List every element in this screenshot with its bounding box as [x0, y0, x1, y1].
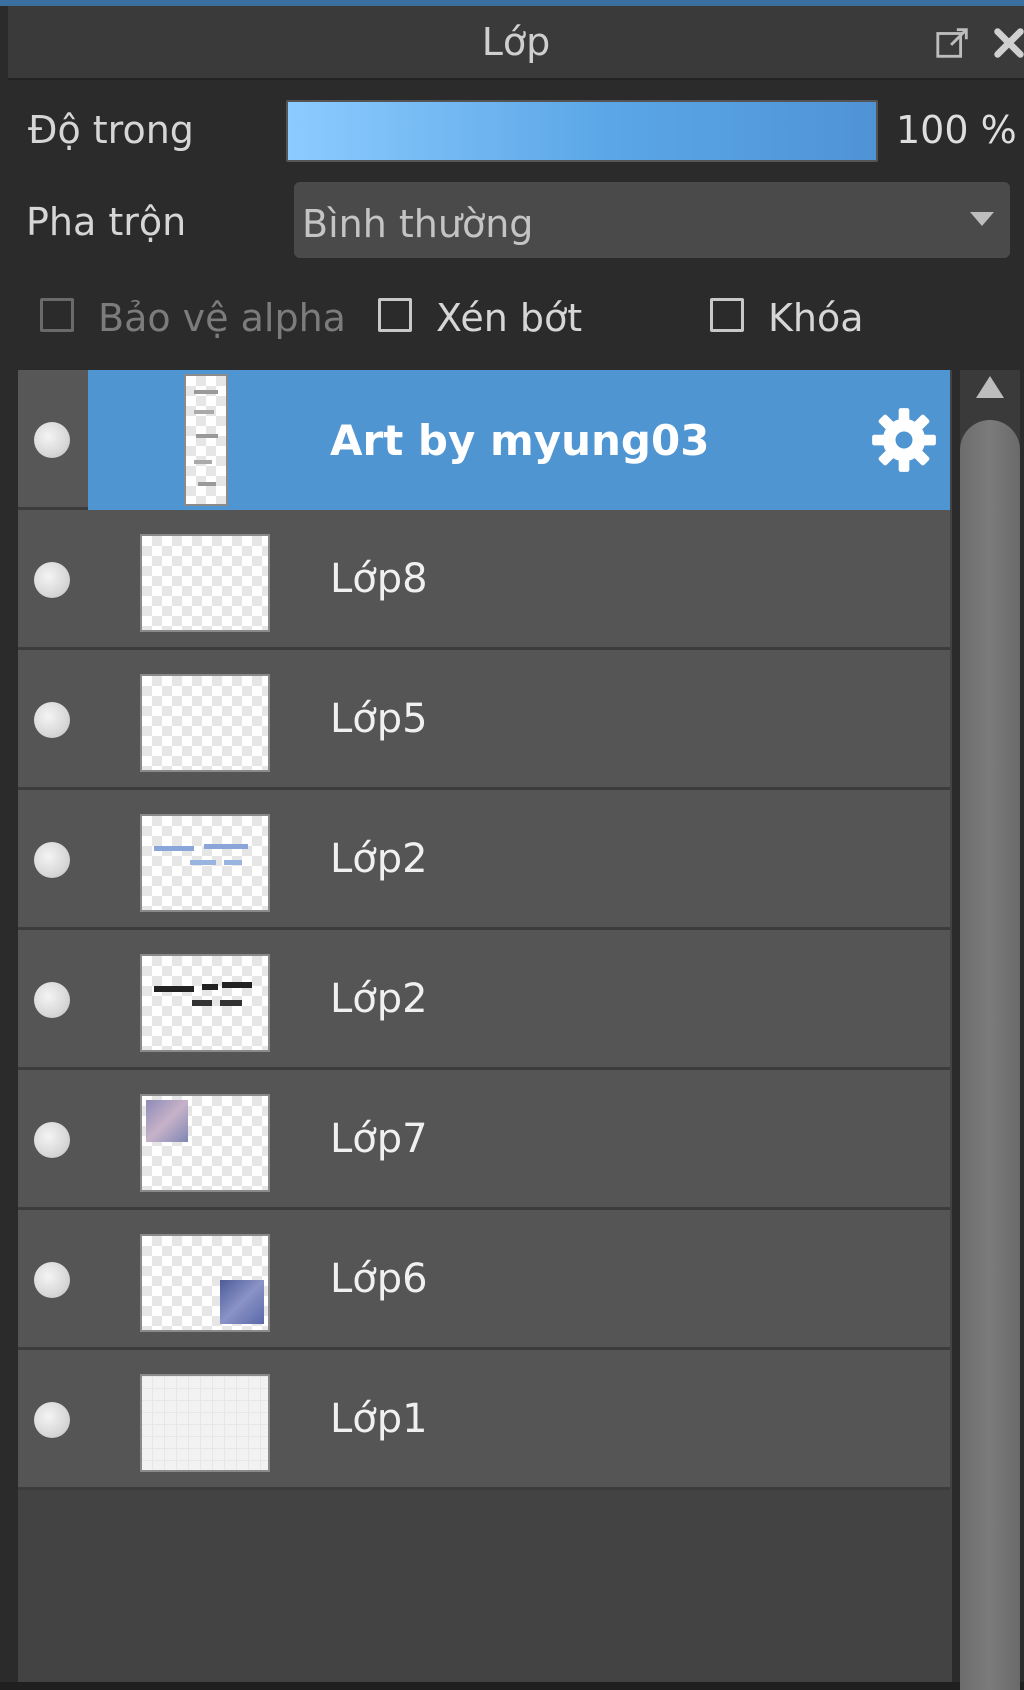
layer-thumbnail — [186, 376, 226, 504]
clipping-label: Xén bớt — [436, 296, 583, 340]
layer-name: Lớp2 — [330, 976, 428, 1022]
lock-checkbox[interactable] — [710, 298, 744, 332]
scroll-up-arrow-icon[interactable] — [976, 376, 1004, 398]
layer-row[interactable]: Lớp2 — [18, 930, 950, 1070]
blend-mode-value: Bình thường — [302, 202, 534, 246]
visibility-dot-icon[interactable] — [34, 702, 70, 738]
popout-icon[interactable] — [934, 24, 972, 62]
gear-icon[interactable] — [870, 406, 938, 474]
layer-thumbnail — [142, 1236, 268, 1330]
opacity-value: 100 % — [896, 108, 1017, 152]
panel-title: Lớp — [481, 20, 551, 64]
layer-thumbnail — [142, 816, 268, 910]
alpha-protect-label: Bảo vệ alpha — [98, 296, 346, 340]
clipping-checkbox[interactable] — [378, 298, 412, 332]
visibility-dot-icon[interactable] — [34, 1122, 70, 1158]
close-icon[interactable] — [990, 24, 1024, 62]
alpha-protect-checkbox[interactable] — [40, 298, 74, 332]
layer-row[interactable]: Lớp8 — [18, 510, 950, 650]
layer-thumbnail — [142, 536, 268, 630]
blend-mode-select[interactable]: Bình thường — [294, 182, 1010, 258]
layer-thumbnail — [142, 1376, 268, 1470]
layer-thumbnail — [142, 1096, 268, 1190]
layer-name: Lớp6 — [330, 1256, 428, 1302]
visibility-dot-icon[interactable] — [34, 842, 70, 878]
layer-name: Lớp7 — [330, 1116, 428, 1162]
layer-name: Lớp1 — [330, 1396, 428, 1442]
layer-name: Lớp2 — [330, 836, 428, 882]
scrollbar[interactable] — [960, 370, 1020, 1690]
layer-thumbnail — [142, 956, 268, 1050]
visibility-dot-icon[interactable] — [34, 1402, 70, 1438]
layer-list: Art by myung03 Lớp8 Lớp5 Lớp2 Lớp2 Lớp7 … — [18, 370, 952, 1682]
layer-name: Lớp5 — [330, 696, 428, 742]
chevron-down-icon — [970, 212, 994, 226]
visibility-dot-icon[interactable] — [34, 1262, 70, 1298]
layer-name: Lớp8 — [330, 556, 428, 602]
layer-row[interactable]: Lớp7 — [18, 1070, 950, 1210]
visibility-dot-icon[interactable] — [34, 562, 70, 598]
scrollbar-thumb[interactable] — [960, 420, 1020, 1690]
visibility-dot-icon[interactable] — [34, 982, 70, 1018]
visibility-dot-icon[interactable] — [34, 422, 70, 458]
opacity-label: Độ trong — [28, 108, 194, 152]
layer-thumbnail — [142, 676, 268, 770]
blend-label: Pha trộn — [26, 200, 187, 244]
layer-name: Art by myung03 — [330, 416, 710, 465]
layer-row[interactable]: Lớp1 — [18, 1350, 950, 1490]
layer-row[interactable]: Lớp2 — [18, 790, 950, 930]
lock-label: Khóa — [768, 296, 864, 340]
opacity-slider[interactable] — [286, 100, 878, 162]
layer-row[interactable]: Art by myung03 — [18, 370, 950, 510]
layer-row[interactable]: Lớp5 — [18, 650, 950, 790]
panel-titlebar: Lớp — [8, 6, 1024, 80]
layer-row[interactable]: Lớp6 — [18, 1210, 950, 1350]
